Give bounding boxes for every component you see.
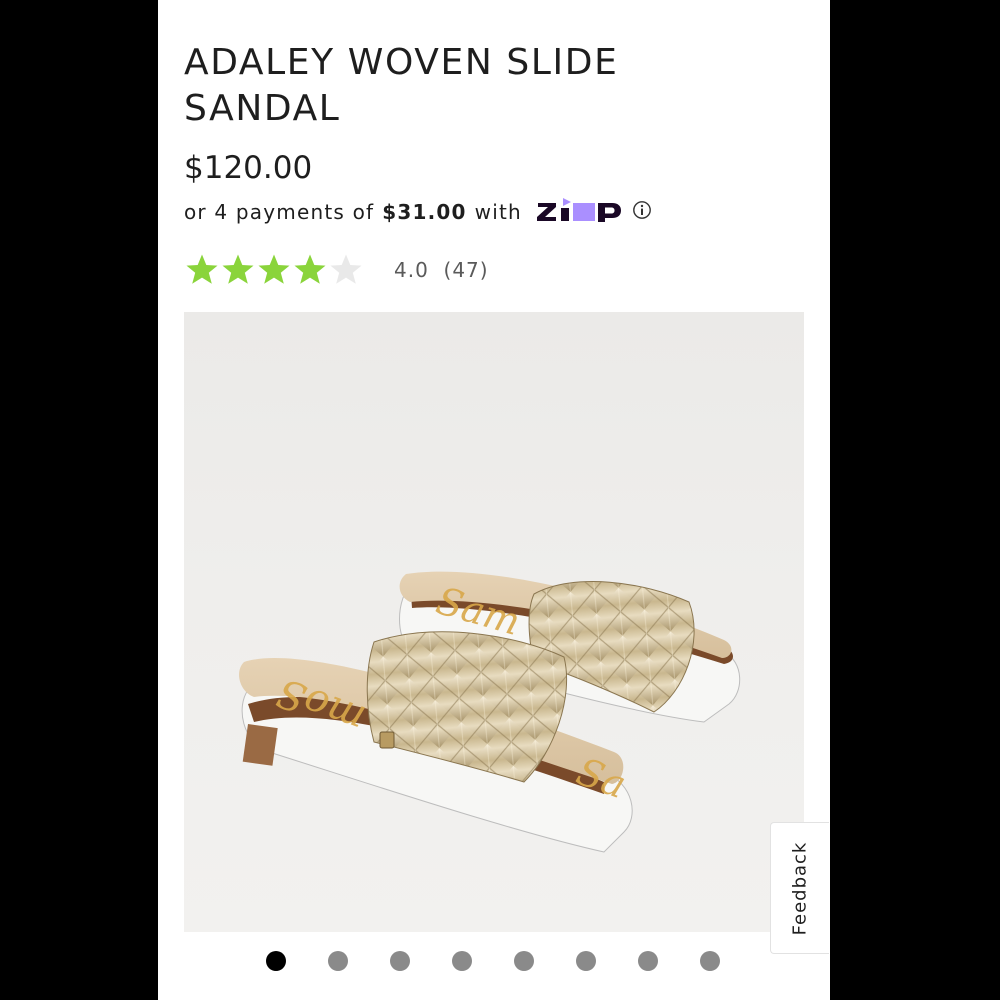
installment-amount: $31.00 — [382, 200, 467, 224]
gallery-dot[interactable] — [390, 951, 410, 971]
gallery-dot[interactable] — [576, 951, 596, 971]
star-empty-icon — [330, 254, 362, 284]
product-title: ADALEY WOVEN SLIDE SANDAL — [184, 42, 619, 129]
rating-summary[interactable]: 4.0 (47) — [184, 252, 489, 288]
gallery-dot[interactable] — [266, 951, 286, 971]
info-icon[interactable] — [632, 200, 652, 225]
star-filled-icon — [294, 254, 326, 284]
gallery-dot[interactable] — [638, 951, 658, 971]
gallery-dot[interactable] — [700, 951, 720, 971]
star-filled-icon — [258, 254, 290, 284]
zip-logo[interactable] — [536, 197, 622, 227]
rating-value: 4.0 (47) — [394, 258, 489, 282]
star-filled-icon — [222, 254, 254, 284]
feedback-button[interactable]: Feedback — [770, 822, 829, 954]
feedback-label: Feedback — [789, 841, 811, 935]
gallery-dot[interactable] — [328, 951, 348, 971]
product-page: ADALEY WOVEN SLIDE SANDAL $120.00 or 4 p… — [158, 0, 830, 1000]
installment-prefix: or 4 payments of — [184, 200, 375, 224]
gallery-pagination — [266, 950, 762, 972]
gallery-dot[interactable] — [514, 951, 534, 971]
product-price: $120.00 — [184, 150, 313, 186]
review-count: (47) — [443, 258, 489, 282]
product-image: Sam moS Sa — [239, 571, 741, 853]
installment-suffix: with — [474, 200, 522, 224]
product-image-gallery[interactable]: Sam moS Sa — [184, 312, 804, 932]
gallery-dot[interactable] — [452, 951, 472, 971]
rating-stars — [184, 253, 364, 287]
installment-info: or 4 payments of $31.00 with — [184, 197, 652, 227]
star-filled-icon — [186, 254, 218, 284]
